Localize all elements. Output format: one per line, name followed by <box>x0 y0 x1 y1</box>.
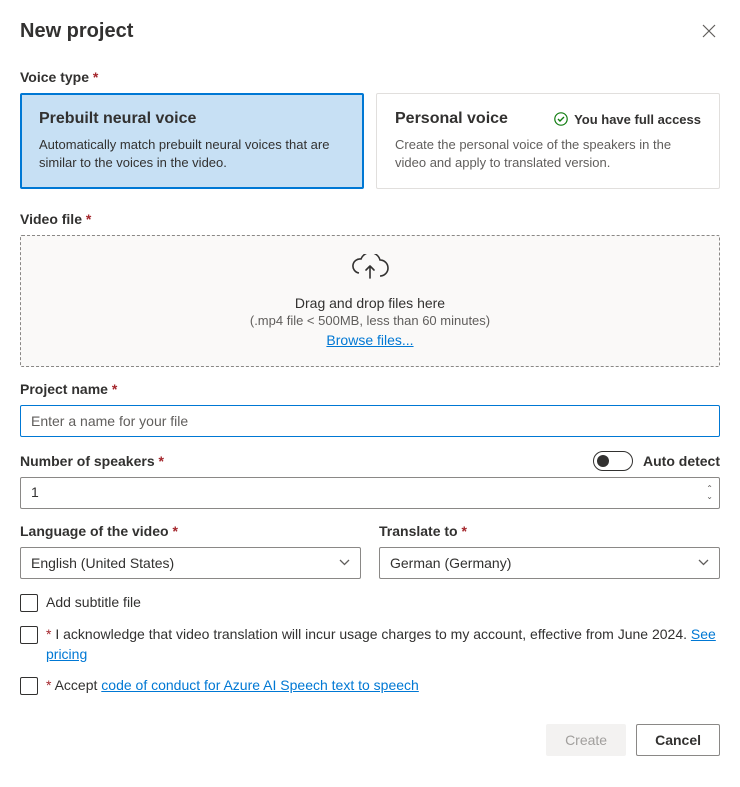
language-of-video-value: English (United States) <box>31 555 174 571</box>
close-icon <box>702 25 716 42</box>
personal-title: Personal voice <box>395 110 508 128</box>
translate-to-value: German (Germany) <box>390 555 511 571</box>
dialog-title: New project <box>20 20 133 43</box>
subtitle-label: Add subtitle file <box>46 593 141 613</box>
voice-type-label: Voice type * <box>20 69 720 85</box>
subtitle-checkbox[interactable] <box>20 594 38 612</box>
accept-text: * Accept code of conduct for Azure AI Sp… <box>46 676 419 696</box>
chevron-down-icon <box>339 557 350 569</box>
voice-card-prebuilt[interactable]: Prebuilt neural voice Automatically matc… <box>20 93 364 189</box>
personal-desc: Create the personal voice of the speaker… <box>395 136 701 172</box>
create-button[interactable]: Create <box>546 724 626 756</box>
drop-text: Drag and drop files here <box>39 295 701 311</box>
speakers-label: Number of speakers * <box>20 453 164 469</box>
speakers-value: 1 <box>21 478 700 508</box>
translate-to-label: Translate to * <box>379 523 720 539</box>
file-dropzone[interactable]: Drag and drop files here (.mp4 file < 50… <box>20 235 720 367</box>
toggle-knob <box>597 455 609 467</box>
voice-card-personal[interactable]: Personal voice You have full access Crea… <box>376 93 720 189</box>
project-name-label: Project name * <box>20 381 720 397</box>
voice-type-cards: Prebuilt neural voice Automatically matc… <box>20 93 720 189</box>
cloud-upload-icon <box>350 254 390 287</box>
language-of-video-label: Language of the video * <box>20 523 361 539</box>
auto-detect-toggle[interactable] <box>593 451 633 471</box>
chevron-down-icon <box>698 557 709 569</box>
language-of-video-select[interactable]: English (United States) <box>20 547 361 579</box>
close-button[interactable] <box>698 20 720 47</box>
translate-to-select[interactable]: German (Germany) <box>379 547 720 579</box>
video-file-label: Video file * <box>20 211 720 227</box>
code-of-conduct-link[interactable]: code of conduct for Azure AI Speech text… <box>101 677 419 693</box>
browse-files-link[interactable]: Browse files... <box>326 332 413 348</box>
acknowledge-checkbox[interactable] <box>20 626 38 644</box>
check-circle-icon <box>554 112 568 126</box>
acknowledge-text: * I acknowledge that video translation w… <box>46 625 720 664</box>
auto-detect-label: Auto detect <box>643 453 720 469</box>
drop-hint: (.mp4 file < 500MB, less than 60 minutes… <box>39 313 701 328</box>
spinner-down[interactable]: ⌄ <box>706 493 713 501</box>
accept-checkbox[interactable] <box>20 677 38 695</box>
access-badge: You have full access <box>554 112 701 127</box>
speakers-spinner[interactable]: 1 ⌃ ⌄ <box>20 477 720 509</box>
prebuilt-title: Prebuilt neural voice <box>39 110 196 128</box>
prebuilt-desc: Automatically match prebuilt neural voic… <box>39 136 345 172</box>
cancel-button[interactable]: Cancel <box>636 724 720 756</box>
project-name-input[interactable] <box>20 405 720 437</box>
